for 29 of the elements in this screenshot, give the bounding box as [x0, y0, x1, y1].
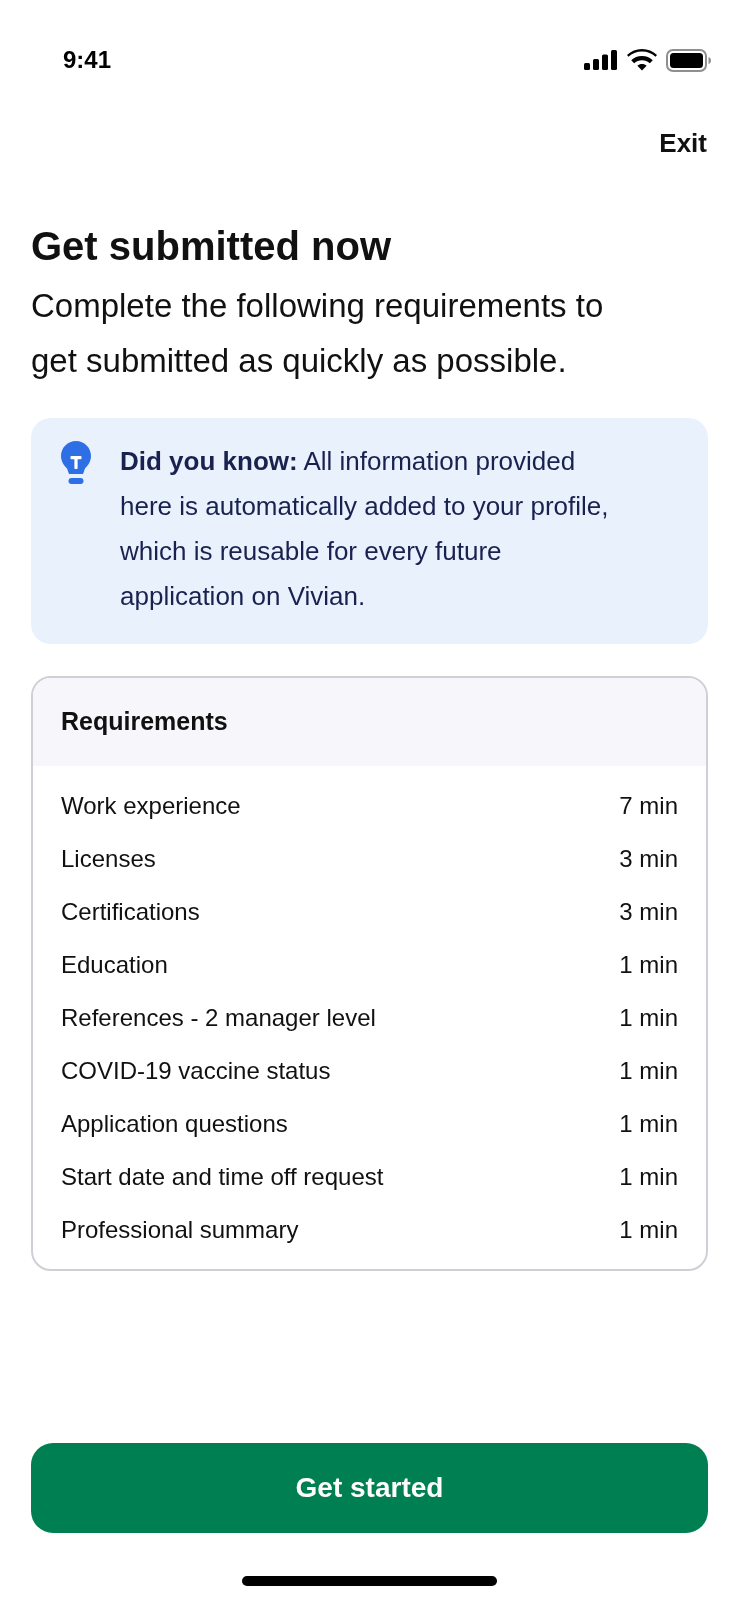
- requirement-name: Education: [61, 949, 168, 980]
- exit-button[interactable]: Exit: [659, 127, 707, 159]
- requirement-name: Work experience: [61, 790, 241, 821]
- requirement-name: COVID-19 vaccine status: [61, 1055, 331, 1086]
- requirement-name: Application questions: [61, 1108, 288, 1139]
- requirement-name: Professional summary: [61, 1214, 299, 1245]
- battery-icon: [666, 48, 711, 72]
- status-time: 9:41: [63, 45, 112, 75]
- requirement-duration: 1 min: [619, 949, 678, 980]
- requirement-duration: 1 min: [619, 1002, 678, 1033]
- card-title: Requirements: [61, 706, 228, 738]
- requirement-duration: 3 min: [619, 896, 678, 927]
- wifi-icon: [627, 49, 657, 71]
- requirement-duration: 1 min: [619, 1055, 678, 1086]
- requirement-duration: 1 min: [619, 1108, 678, 1139]
- requirement-duration: 3 min: [619, 843, 678, 874]
- get-started-button[interactable]: Get started: [31, 1443, 708, 1533]
- requirement-duration: 7 min: [619, 790, 678, 821]
- requirement-name: Licenses: [61, 843, 156, 874]
- signal-icon: [584, 50, 618, 70]
- requirement-name: References - 2 manager level: [61, 1002, 376, 1033]
- page-title: Get submitted now: [31, 223, 392, 270]
- requirement-name: Start date and time off request: [61, 1161, 384, 1192]
- page-subtitle: Complete the following requirements to get submitted as quickly as possible.: [31, 286, 605, 381]
- requirement-name: Certifications: [61, 896, 200, 927]
- lightbulb-icon: [60, 440, 92, 486]
- tip-text: Did you know: All information provided here is automatically added to your profile, which is reusable for every future application on Vivian.: [120, 445, 610, 613]
- requirement-duration: 1 min: [619, 1161, 678, 1192]
- requirement-duration: 1 min: [619, 1214, 678, 1245]
